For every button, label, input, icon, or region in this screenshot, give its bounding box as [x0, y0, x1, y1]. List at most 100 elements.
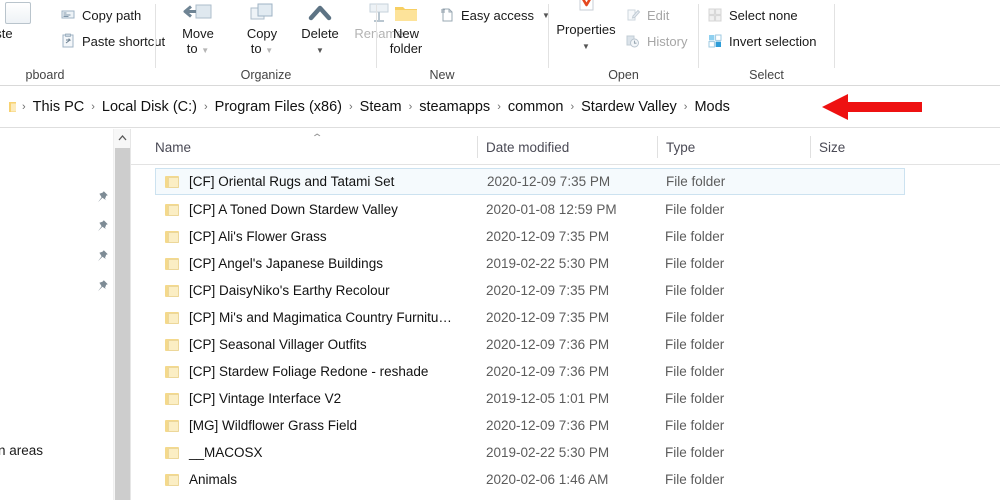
- ribbon-group-new: New folder Easy access ▼ New: [377, 0, 550, 86]
- invert-selection-button[interactable]: Invert selection: [707, 30, 816, 52]
- file-explorer-window: aste Copy path Paste shortcut pboard: [0, 0, 1000, 500]
- folder-icon: [165, 257, 180, 271]
- table-row[interactable]: [CF] Oriental Rugs and Tatami Set 2020-1…: [155, 168, 905, 195]
- breadcrumb-item-steamapps[interactable]: steamapps: [414, 96, 495, 118]
- table-row[interactable]: Animals 2020-02-06 1:46 AM File folder: [155, 466, 905, 493]
- pin-icon[interactable]: [95, 219, 109, 233]
- column-header-name-label: Name: [155, 139, 192, 155]
- column-header-date-modified[interactable]: Date modified: [477, 129, 657, 165]
- properties-icon: [551, 0, 621, 22]
- properties-caret-icon[interactable]: ▼: [582, 39, 590, 54]
- file-name-label: __MACOSX: [189, 445, 263, 460]
- breadcrumb-item-local-disk[interactable]: Local Disk (C:): [97, 96, 202, 118]
- history-button[interactable]: History: [625, 30, 687, 52]
- nav-pane-partial-item-label[interactable]: n areas: [0, 443, 43, 458]
- table-row[interactable]: [CP] DaisyNiko's Earthy Recolour 2020-12…: [155, 277, 905, 304]
- table-row[interactable]: __MACOSX 2019-02-22 5:30 PM File folder: [155, 439, 905, 466]
- file-type-cell: File folder: [665, 256, 725, 271]
- column-header-type-label: Type: [666, 139, 696, 155]
- breadcrumb-item-common[interactable]: common: [503, 96, 569, 118]
- paste-shortcut-button[interactable]: Paste shortcut: [60, 30, 165, 52]
- delete-button[interactable]: Delete ▼: [290, 2, 350, 58]
- breadcrumb-item-mods[interactable]: Mods: [689, 96, 734, 118]
- paste-button[interactable]: aste: [0, 2, 48, 41]
- copy-to-caret-icon[interactable]: ▼: [265, 43, 273, 58]
- file-name-cell: [CP] A Toned Down Stardew Valley: [165, 202, 398, 217]
- copy-path-icon: [60, 7, 76, 23]
- pin-icon[interactable]: [95, 249, 109, 263]
- breadcrumb-chevron-icon[interactable]: ›: [202, 101, 210, 113]
- new-folder-label-1: New: [392, 26, 419, 41]
- select-none-button[interactable]: Select none: [707, 4, 798, 26]
- file-name-label: [CP] Seasonal Villager Outfits: [189, 337, 367, 352]
- pin-icon[interactable]: [95, 190, 109, 204]
- file-type-cell: File folder: [665, 472, 725, 487]
- invert-selection-icon: [707, 33, 723, 49]
- edit-button[interactable]: Edit: [625, 4, 669, 26]
- file-type-cell: File folder: [665, 283, 725, 298]
- table-row[interactable]: [CP] Ali's Flower Grass 2020-12-09 7:35 …: [155, 223, 905, 250]
- table-row[interactable]: [CP] Mi's and Magimatica Country Furnitu…: [155, 304, 905, 331]
- move-to-button[interactable]: Move to ▼: [168, 2, 228, 58]
- move-to-caret-icon[interactable]: ▼: [201, 43, 209, 58]
- file-name-label: [CP] Ali's Flower Grass: [189, 229, 327, 244]
- copy-to-label-1: Copy: [246, 26, 278, 41]
- file-name-cell: [CP] Seasonal Villager Outfits: [165, 337, 367, 352]
- ribbon-separator-5: [834, 4, 835, 68]
- folder-icon: [165, 419, 180, 433]
- breadcrumb-item-steam[interactable]: Steam: [355, 96, 407, 118]
- properties-button[interactable]: Properties ▼: [551, 0, 621, 54]
- breadcrumb-item-program-files[interactable]: Program Files (x86): [210, 96, 347, 118]
- paste-label: aste: [0, 26, 13, 41]
- file-date-cell: 2020-12-09 7:36 PM: [486, 364, 610, 379]
- breadcrumb-item-stardew-valley[interactable]: Stardew Valley: [576, 96, 682, 118]
- file-name-cell: [CP] DaisyNiko's Earthy Recolour: [165, 283, 390, 298]
- history-label: History: [647, 33, 688, 49]
- copy-path-button[interactable]: Copy path: [60, 4, 141, 26]
- breadcrumb: › This PC › Local Disk (C:) › Program Fi…: [18, 86, 735, 127]
- table-row[interactable]: [CP] Seasonal Villager Outfits 2020-12-0…: [155, 331, 905, 358]
- nav-pane-scrollbar-thumb[interactable]: [115, 148, 130, 500]
- ribbon-group-label-organize: Organize: [240, 68, 292, 82]
- breadcrumb-chevron-icon[interactable]: ›: [682, 101, 690, 113]
- copy-to-icon: [232, 2, 292, 26]
- edit-icon: [625, 7, 641, 23]
- table-row[interactable]: [CP] A Toned Down Stardew Valley 2020-01…: [155, 196, 905, 223]
- file-date-cell: 2020-12-09 7:35 PM: [486, 310, 610, 325]
- file-name-label: [CP] Vintage Interface V2: [189, 391, 342, 406]
- pin-icon[interactable]: [95, 279, 109, 293]
- column-header-date-label: Date modified: [486, 139, 570, 155]
- new-folder-button[interactable]: New folder: [377, 2, 435, 56]
- column-header-size[interactable]: Size: [810, 129, 930, 165]
- ribbon-group-open: Properties ▼ Edit History Open: [549, 0, 698, 86]
- easy-access-button[interactable]: Easy access ▼: [439, 4, 550, 26]
- breadcrumb-chevron-icon[interactable]: ›: [20, 101, 28, 113]
- nav-pane-scrollbar[interactable]: [113, 129, 131, 500]
- file-type-cell: File folder: [665, 364, 725, 379]
- table-row[interactable]: [MG] Wildflower Grass Field 2020-12-09 7…: [155, 412, 905, 439]
- file-name-label: Animals: [189, 472, 238, 487]
- table-row[interactable]: [CP] Vintage Interface V2 2019-12-05 1:0…: [155, 385, 905, 412]
- breadcrumb-chevron-icon[interactable]: ›: [407, 101, 415, 113]
- folder-icon: [165, 338, 180, 352]
- breadcrumb-chevron-icon[interactable]: ›: [347, 101, 355, 113]
- breadcrumb-chevron-icon[interactable]: ›: [89, 101, 97, 113]
- scroll-up-chevron-icon[interactable]: [114, 129, 131, 146]
- table-row[interactable]: [CP] Angel's Japanese Buildings 2019-02-…: [155, 250, 905, 277]
- invert-selection-label: Invert selection: [729, 33, 817, 49]
- edit-label: Edit: [647, 7, 670, 23]
- ribbon-group-organize: Move to ▼ Copy to ▼ Delete ▼ Rename Orga…: [156, 0, 404, 86]
- copy-to-button[interactable]: Copy to ▼: [232, 2, 292, 58]
- delete-caret-icon[interactable]: ▼: [316, 43, 324, 58]
- breadcrumb-item-this-pc[interactable]: This PC: [28, 96, 90, 118]
- table-row[interactable]: [CP] Stardew Foliage Redone - reshade 20…: [155, 358, 905, 385]
- breadcrumb-chevron-icon[interactable]: ›: [495, 101, 503, 113]
- file-list-rows: [CF] Oriental Rugs and Tatami Set 2020-1…: [131, 165, 1000, 500]
- column-header-type[interactable]: Type: [657, 129, 810, 165]
- paste-shortcut-icon: [60, 33, 76, 49]
- folder-icon: [165, 230, 180, 244]
- breadcrumb-chevron-icon[interactable]: ›: [568, 101, 576, 113]
- easy-access-label: Easy access: [461, 7, 534, 23]
- copy-to-label-2: to: [250, 41, 262, 56]
- file-type-cell: File folder: [665, 445, 725, 460]
